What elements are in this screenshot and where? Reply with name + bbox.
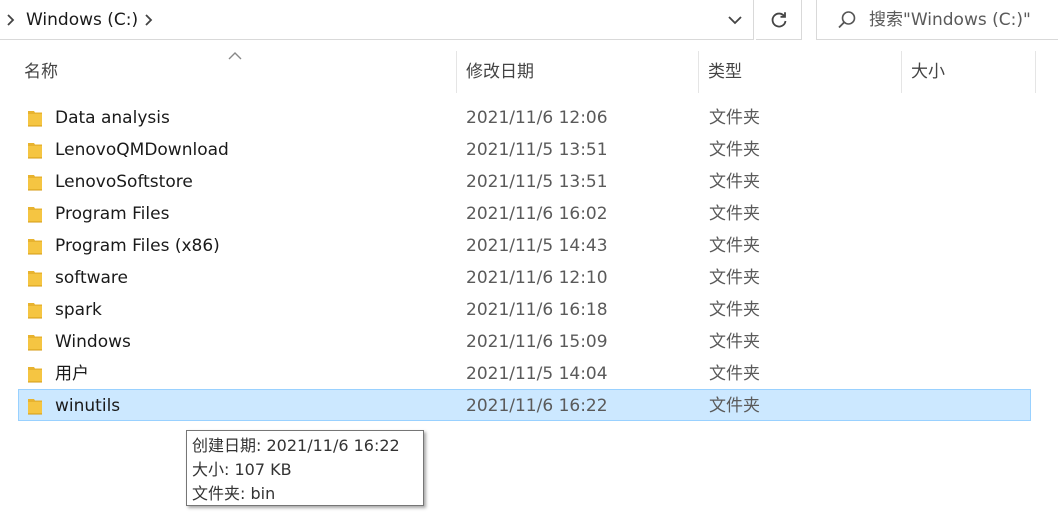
file-name: Windows xyxy=(55,332,131,352)
file-modified-date: 2021/11/6 16:22 xyxy=(466,396,608,416)
breadcrumb-drive[interactable]: Windows (C:) xyxy=(22,0,142,40)
table-row[interactable]: Program Files (x86) 2021/11/5 14:43 文件夹 xyxy=(18,229,1031,261)
table-row[interactable]: LenovoQMDownload 2021/11/5 13:51 文件夹 xyxy=(18,133,1031,165)
folder-icon xyxy=(28,335,42,351)
sort-up-icon xyxy=(228,52,242,60)
table-row[interactable]: spark 2021/11/6 16:18 文件夹 xyxy=(18,293,1031,325)
column-divider[interactable] xyxy=(456,51,457,93)
toolbar: Windows (C:) xyxy=(0,0,1058,40)
tooltip-size: 大小: 107 KB xyxy=(192,460,292,479)
column-header-date[interactable]: 修改日期 xyxy=(466,58,534,86)
file-name: 用户 xyxy=(55,364,89,384)
address-dropdown-button[interactable] xyxy=(717,0,753,40)
file-name: Data analysis xyxy=(55,108,170,128)
file-modified-date: 2021/11/5 14:43 xyxy=(466,236,608,256)
file-name: Program Files (x86) xyxy=(55,236,220,256)
column-header-type[interactable]: 类型 xyxy=(708,58,742,86)
file-type: 文件夹 xyxy=(709,364,760,384)
file-type: 文件夹 xyxy=(709,396,760,416)
file-modified-date: 2021/11/5 14:04 xyxy=(466,364,608,384)
file-modified-date: 2021/11/5 13:51 xyxy=(466,172,608,192)
file-explorer: Windows (C:) 搜索"Windows (C:)" 名称 修改日期 类型… xyxy=(0,0,1058,514)
folder-icon xyxy=(28,207,42,223)
file-name: spark xyxy=(55,300,102,320)
column-header-name[interactable]: 名称 xyxy=(24,58,58,86)
folder-icon xyxy=(28,303,42,319)
file-name: software xyxy=(55,268,129,288)
folder-icon xyxy=(28,143,42,159)
tooltip-created: 创建日期: 2021/11/6 16:22 xyxy=(192,436,400,455)
folder-icon xyxy=(28,111,42,127)
chevron-down-icon xyxy=(728,16,742,25)
file-type: 文件夹 xyxy=(709,332,760,352)
file-modified-date: 2021/11/5 13:51 xyxy=(466,140,608,160)
chevron-right-icon[interactable] xyxy=(0,0,22,40)
file-modified-date: 2021/11/6 16:18 xyxy=(466,300,608,320)
file-modified-date: 2021/11/6 12:06 xyxy=(466,108,608,128)
column-header-size[interactable]: 大小 xyxy=(911,58,945,86)
table-row[interactable]: Windows 2021/11/6 15:09 文件夹 xyxy=(18,325,1031,357)
file-name: winutils xyxy=(55,396,121,416)
file-type: 文件夹 xyxy=(709,268,760,288)
file-type: 文件夹 xyxy=(709,204,760,224)
file-type: 文件夹 xyxy=(709,300,760,320)
refresh-icon xyxy=(771,11,786,27)
file-name: LenovoQMDownload xyxy=(55,140,229,160)
refresh-button[interactable] xyxy=(756,0,802,40)
file-name: Program Files xyxy=(55,204,170,224)
file-modified-date: 2021/11/6 15:09 xyxy=(466,332,608,352)
file-type: 文件夹 xyxy=(709,108,760,128)
tooltip-contents: 文件夹: bin xyxy=(192,484,276,503)
table-row[interactable]: Data analysis 2021/11/6 12:06 文件夹 xyxy=(18,101,1031,133)
search-box[interactable] xyxy=(816,0,1058,40)
folder-info-tooltip: 创建日期: 2021/11/6 16:22 大小: 107 KB 文件夹: bi… xyxy=(186,430,424,506)
table-row[interactable]: Program Files 2021/11/6 16:02 文件夹 xyxy=(18,197,1031,229)
chevron-right-icon[interactable] xyxy=(142,0,156,40)
address-bar[interactable]: Windows (C:) xyxy=(0,0,754,40)
folder-icon xyxy=(28,367,42,383)
column-divider[interactable] xyxy=(1035,51,1036,93)
folder-icon xyxy=(28,175,42,191)
file-type: 文件夹 xyxy=(709,236,760,256)
file-name: LenovoSoftstore xyxy=(55,172,193,192)
folder-icon xyxy=(28,271,42,287)
column-headers: 名称 修改日期 类型 大小 xyxy=(0,51,1058,94)
table-row[interactable]: 用户 2021/11/5 14:04 文件夹 xyxy=(18,357,1031,389)
column-divider[interactable] xyxy=(698,51,699,93)
table-row[interactable]: software 2021/11/6 12:10 文件夹 xyxy=(18,261,1031,293)
column-divider[interactable] xyxy=(901,51,902,93)
folder-icon xyxy=(28,399,42,415)
file-type: 文件夹 xyxy=(709,140,760,160)
search-icon xyxy=(837,8,857,32)
file-type: 文件夹 xyxy=(709,172,760,192)
table-row[interactable]: LenovoSoftstore 2021/11/5 13:51 文件夹 xyxy=(18,165,1031,197)
table-row[interactable]: winutils 2021/11/6 16:22 文件夹 xyxy=(18,389,1031,421)
file-modified-date: 2021/11/6 12:10 xyxy=(466,268,608,288)
folder-icon xyxy=(28,239,42,255)
search-input[interactable] xyxy=(869,9,1058,30)
file-modified-date: 2021/11/6 16:02 xyxy=(466,204,608,224)
